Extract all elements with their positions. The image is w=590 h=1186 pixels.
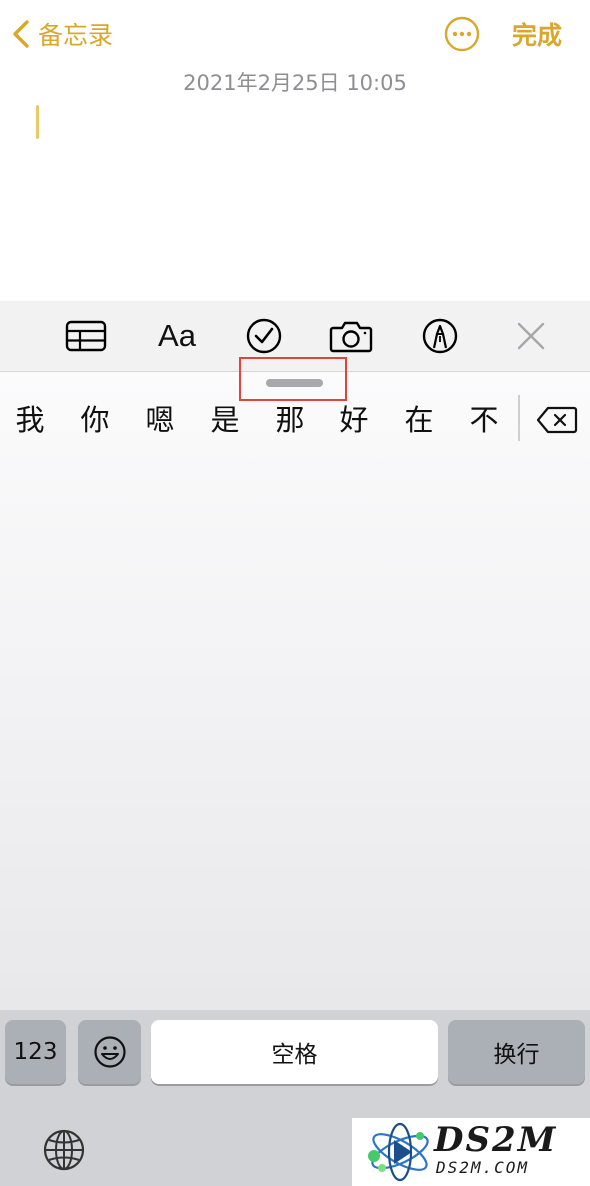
atom-logo-icon	[368, 1122, 429, 1182]
space-key[interactable]: 空格	[151, 1020, 438, 1084]
ellipsis-circle-icon	[444, 16, 480, 52]
markup-pen-icon[interactable]	[420, 315, 460, 357]
candidate-bar: 我 你 嗯 是 那 好 在 不	[0, 395, 590, 445]
candidate-word[interactable]: 不	[464, 395, 504, 445]
chevron-left-icon	[13, 20, 29, 48]
watermark-title: DS2M	[434, 1120, 558, 1160]
numbers-key[interactable]: 123	[5, 1020, 66, 1084]
back-button[interactable]: 备忘录	[10, 14, 113, 54]
watermark-url: DS2M.COM	[436, 1158, 530, 1177]
emoji-key[interactable]	[78, 1020, 141, 1084]
drag-handle[interactable]	[266, 379, 323, 387]
return-key[interactable]: 换行	[448, 1020, 585, 1084]
smiley-icon	[93, 1036, 126, 1068]
delete-left-icon	[536, 406, 578, 434]
candidate-word[interactable]: 那	[270, 395, 310, 445]
candidate-word[interactable]: 在	[399, 395, 439, 445]
table-icon[interactable]	[64, 315, 108, 357]
backspace-key[interactable]	[536, 403, 578, 437]
candidate-word[interactable]: 是	[205, 395, 245, 445]
checklist-icon[interactable]	[244, 315, 284, 357]
candidate-word[interactable]: 好	[334, 395, 374, 445]
candidate-word[interactable]: 嗯	[140, 395, 180, 445]
format-text-button[interactable]: Aa	[154, 315, 200, 357]
done-button[interactable]: 完成	[512, 16, 562, 52]
globe-icon[interactable]	[42, 1128, 86, 1172]
text-cursor[interactable]	[36, 105, 39, 139]
note-timestamp: 2021年2月25日 10:05	[183, 71, 407, 95]
close-icon[interactable]	[514, 315, 548, 357]
candidate-divider	[518, 395, 520, 441]
more-options-button[interactable]	[444, 16, 480, 52]
watermark-logo: DS2M DS2M.COM	[352, 1118, 590, 1186]
back-label: 备忘录	[38, 21, 114, 50]
camera-icon[interactable]	[328, 315, 374, 357]
candidate-word[interactable]: 我	[10, 395, 50, 445]
candidate-word[interactable]: 你	[75, 395, 115, 445]
